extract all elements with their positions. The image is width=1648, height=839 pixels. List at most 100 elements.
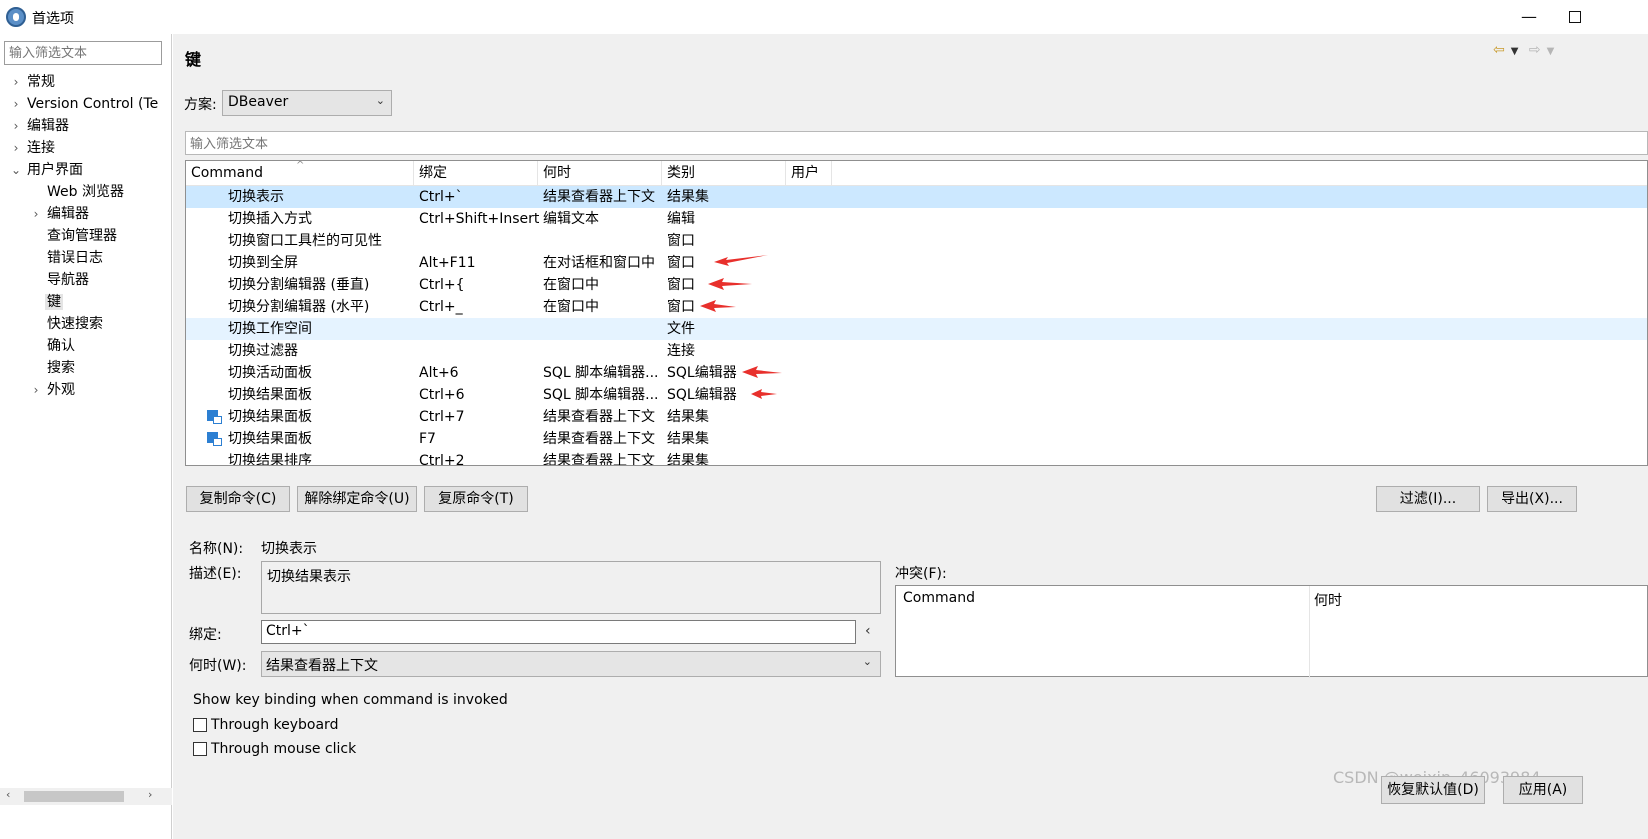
chevron-right-icon[interactable]: › (9, 115, 23, 137)
panel-icon (207, 410, 222, 424)
name-label: 名称(N): (189, 541, 244, 557)
annotation-arrow-icon (698, 298, 738, 314)
column-header-command[interactable]: Command ^ (186, 161, 414, 186)
checkbox-box[interactable] (193, 742, 207, 756)
through-mouse-click-checkbox[interactable]: Through mouse click (193, 739, 393, 759)
chevron-down-icon: ⌄ (862, 655, 872, 668)
show-key-binding-group: Show key binding when command is invoked… (185, 686, 1648, 766)
description-field[interactable]: 切换结果表示 (261, 561, 881, 614)
table-row[interactable]: 切换结果面板 F7 结果查看器上下文 结果集 (186, 428, 1647, 450)
title-bar: 首选项 — (0, 0, 1648, 34)
forward-dropdown-icon[interactable]: ▼ (1547, 46, 1555, 57)
scheme-select[interactable]: DBeaver ⌄ (222, 90, 392, 116)
app-icon (6, 7, 26, 27)
chevron-right-icon[interactable]: › (9, 93, 23, 115)
when-value: 结果查看器上下文 (266, 658, 378, 674)
minimize-icon: — (1521, 7, 1537, 26)
table-row[interactable]: 切换结果排序 Ctrl+2 结果查看器上下文 结果集 (186, 450, 1647, 465)
column-header-user[interactable]: 用户 (786, 161, 832, 186)
table-row[interactable]: 切换分割编辑器 (垂直) Ctrl+{ 在窗口中 窗口 (186, 274, 1647, 296)
minimize-button[interactable]: — (1506, 0, 1552, 34)
nav-item-ui-editors[interactable]: › 编辑器 (34, 203, 89, 225)
chevron-right-icon[interactable]: › (29, 379, 43, 401)
nav-item-error-log[interactable]: 错误日志 (47, 247, 103, 269)
table-row[interactable]: 切换插入方式 Ctrl+Shift+Insert 编辑文本 编辑 (186, 208, 1647, 230)
table-row[interactable]: 切换过滤器 连接 (186, 340, 1647, 362)
window-title: 首选项 (32, 11, 74, 27)
nav-filter-input[interactable] (4, 41, 162, 65)
table-row[interactable]: 切换窗口工具栏的可见性 窗口 (186, 230, 1647, 252)
apply-button[interactable]: 应用(A) (1503, 776, 1583, 804)
panel-icon (207, 432, 222, 446)
restore-defaults-button[interactable]: 恢复默认值(D) (1381, 776, 1485, 804)
table-row[interactable]: 切换活动面板 Alt+6 SQL 脚本编辑器... SQL编辑器 (186, 362, 1647, 384)
nav-item-user-interface[interactable]: ⌄ 用户界面 (11, 159, 83, 181)
checkbox-box[interactable] (193, 718, 207, 732)
nav-item-quick-search[interactable]: 快速搜索 (47, 313, 103, 335)
maximize-button[interactable] (1552, 0, 1598, 34)
maximize-icon (1569, 11, 1581, 23)
binding-input[interactable]: Ctrl+` (261, 620, 856, 644)
chevron-right-icon[interactable]: › (9, 137, 23, 159)
history-navigation: ⇦ ▼ ⇨ ▼ (1493, 42, 1560, 58)
annotation-arrow-icon (706, 276, 754, 292)
nav-item-general[interactable]: › 常规 (14, 71, 55, 93)
column-header-category[interactable]: 类别 (662, 161, 786, 186)
binding-label: 绑定: (189, 627, 222, 643)
nav-item-search[interactable]: 搜索 (47, 357, 75, 379)
column-header-when[interactable]: 何时 (538, 161, 662, 186)
scheme-value: DBeaver (228, 94, 289, 110)
restore-command-button[interactable]: 复原命令(T) (424, 486, 528, 512)
table-row[interactable]: 切换结果面板 Ctrl+6 SQL 脚本编辑器... SQL编辑器 (186, 384, 1647, 406)
conflicts-label: 冲突(F): (895, 566, 947, 582)
nav-item-connections[interactable]: › 连接 (14, 137, 55, 159)
unbind-command-button[interactable]: 解除绑定命令(U) (297, 486, 417, 512)
export-button[interactable]: 导出(X)... (1487, 486, 1577, 512)
nav-item-navigator[interactable]: 导航器 (47, 269, 89, 291)
nav-item-version-control[interactable]: › Version Control (Te (14, 93, 159, 115)
sort-ascending-icon: ^ (296, 160, 305, 171)
scroll-right-icon[interactable]: › (148, 788, 152, 801)
table-row[interactable]: 切换分割编辑器 (水平) Ctrl+_ 在窗口中 窗口 (186, 296, 1647, 318)
key-bindings-table[interactable]: Command ^ 绑定 何时 类别 用户 切换表示 Ctrl+` 结果查看器上… (185, 160, 1648, 466)
filter-button[interactable]: 过滤(I)... (1376, 486, 1480, 512)
chevron-down-icon: ⌄ (375, 94, 385, 107)
table-row[interactable]: 切换到全屏 Alt+F11 在对话框和窗口中 窗口 (186, 252, 1647, 274)
nav-item-web-browser[interactable]: Web 浏览器 (47, 181, 124, 203)
scroll-left-icon[interactable]: ‹ (6, 788, 10, 801)
column-header-binding[interactable]: 绑定 (414, 161, 538, 186)
scheme-label: 方案: (184, 97, 217, 113)
table-row[interactable]: 切换工作空间 文件 (186, 318, 1647, 340)
chevron-left-icon[interactable]: ‹ (865, 623, 871, 639)
table-header: Command ^ 绑定 何时 类别 用户 (186, 161, 1647, 186)
conflicts-column-command: Command (903, 590, 975, 606)
table-row[interactable]: 切换结果面板 Ctrl+7 结果查看器上下文 结果集 (186, 406, 1647, 428)
keys-preference-page: 键 ⇦ ▼ ⇨ ▼ 方案: DBeaver ⌄ Command ^ 绑定 何时 类别… (173, 34, 1648, 839)
annotation-arrow-icon (749, 386, 779, 402)
forward-arrow-icon[interactable]: ⇨ (1529, 42, 1541, 58)
table-row[interactable]: 切换表示 Ctrl+` 结果查看器上下文 结果集 (186, 186, 1647, 208)
chevron-right-icon[interactable]: › (29, 203, 43, 225)
name-value: 切换表示 (261, 541, 317, 557)
when-select[interactable]: 结果查看器上下文 ⌄ (261, 651, 881, 677)
conflicts-table[interactable]: Command 何时 (895, 585, 1648, 678)
group-title: Show key binding when command is invoked (193, 692, 508, 708)
nav-item-confirmations[interactable]: 确认 (47, 335, 75, 357)
when-label: 何时(W): (189, 658, 247, 674)
nav-item-query-manager[interactable]: 查询管理器 (47, 225, 117, 247)
through-keyboard-checkbox[interactable]: Through keyboard (193, 715, 393, 735)
nav-item-keys[interactable]: 键 (45, 291, 63, 313)
preferences-nav: › 常规 › Version Control (Te › 编辑器 › 连接 ⌄ … (0, 34, 172, 839)
conflicts-column-when: 何时 (1314, 593, 1342, 609)
copy-command-button[interactable]: 复制命令(C) (186, 486, 290, 512)
scrollbar-thumb[interactable] (24, 791, 124, 802)
chevron-right-icon[interactable]: › (9, 71, 23, 93)
command-filter-input[interactable] (185, 131, 1648, 155)
back-dropdown-icon[interactable]: ▼ (1511, 46, 1519, 57)
nav-horizontal-scrollbar[interactable]: ‹ › (0, 788, 172, 805)
back-arrow-icon[interactable]: ⇦ (1493, 42, 1505, 58)
description-label: 描述(E): (189, 566, 242, 582)
chevron-down-icon[interactable]: ⌄ (9, 159, 23, 181)
nav-item-editors[interactable]: › 编辑器 (14, 115, 69, 137)
nav-item-appearance[interactable]: › 外观 (34, 379, 75, 401)
